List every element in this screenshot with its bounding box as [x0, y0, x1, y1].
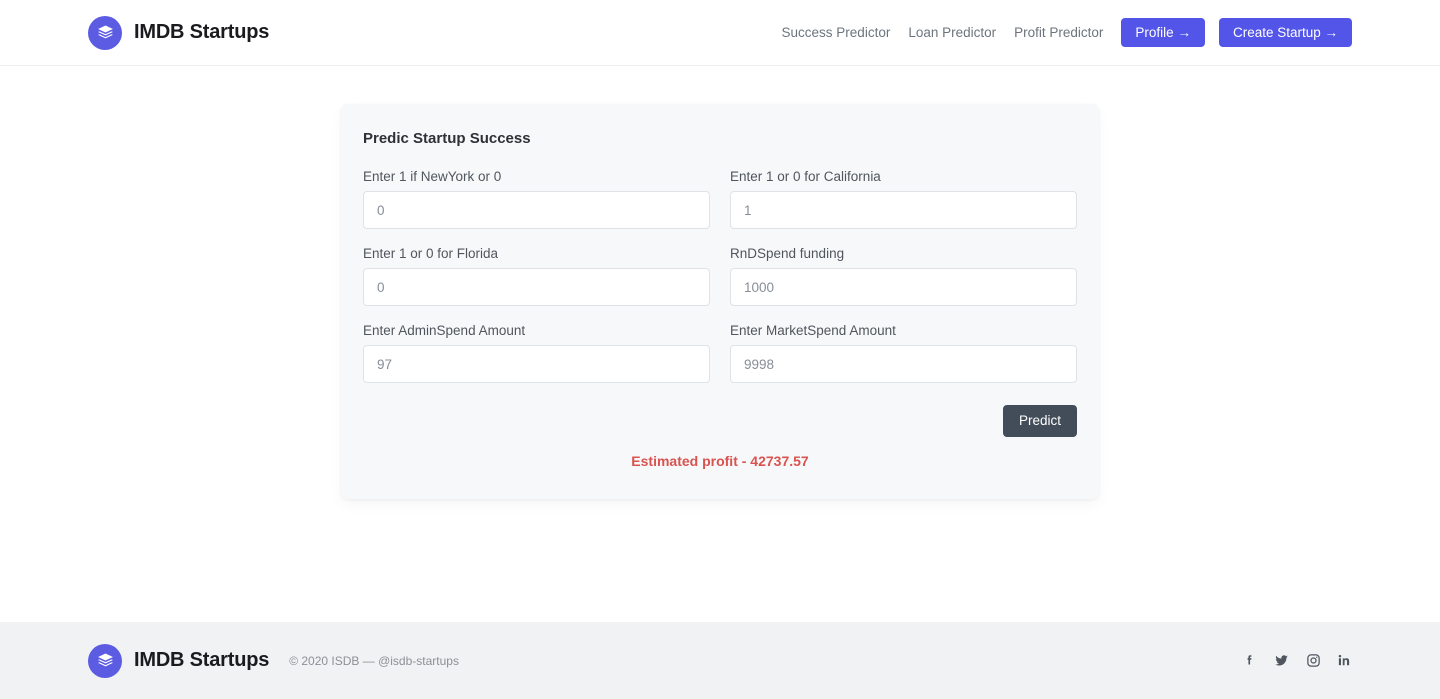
predict-startup-card: Predic Startup Success Enter 1 if NewYor… [341, 104, 1099, 499]
prediction-result: Estimated profit - 42737.57 [631, 452, 809, 469]
form-grid: Enter 1 if NewYork or 0 Enter 1 or 0 for… [363, 169, 1077, 400]
footer-copyright: © 2020 ISDB — @isdb-startups [289, 653, 459, 668]
create-startup-button[interactable]: Create Startup → [1218, 17, 1352, 48]
field-california: Enter 1 or 0 for California [730, 169, 1077, 229]
linkedin-icon[interactable] [1337, 653, 1352, 668]
layers-stack-icon [88, 643, 122, 678]
social-links [1242, 652, 1352, 669]
footer-brand-link[interactable]: IMDB Startups [88, 643, 270, 678]
field-label-market-spend: Enter MarketSpend Amount [730, 323, 896, 338]
nav-link-success-predictor[interactable]: Success Predictor [782, 25, 891, 40]
card-actions: Predict [363, 405, 1077, 437]
nav-right-group: Success Predictor Loan Predictor Profit … [782, 17, 1352, 48]
facebook-icon[interactable] [1242, 653, 1257, 668]
nav-link-loan-predictor[interactable]: Loan Predictor [908, 25, 996, 40]
field-newyork: Enter 1 if NewYork or 0 [363, 169, 710, 229]
input-rnd-spend[interactable] [730, 268, 1077, 306]
input-market-spend[interactable] [730, 345, 1077, 383]
top-navbar: IMDB Startups Success Predictor Loan Pre… [0, 0, 1440, 66]
input-florida[interactable] [363, 268, 710, 306]
profile-button[interactable]: Profile → [1121, 17, 1205, 48]
brand-name: IMDB Startups [134, 21, 270, 43]
field-label-california: Enter 1 or 0 for California [730, 169, 881, 184]
input-california[interactable] [730, 191, 1077, 229]
field-rnd-spend: RnDSpend funding [730, 246, 1077, 306]
brand-logo-link[interactable]: IMDB Startups [88, 15, 270, 50]
field-label-newyork: Enter 1 if NewYork or 0 [363, 169, 502, 184]
field-market-spend: Enter MarketSpend Amount [730, 323, 1077, 383]
card-title: Predic Startup Success [363, 130, 531, 147]
field-label-admin-spend: Enter AdminSpend Amount [363, 323, 526, 338]
layers-stack-icon [88, 15, 122, 50]
field-admin-spend: Enter AdminSpend Amount [363, 323, 710, 383]
main-content: Predic Startup Success Enter 1 if NewYor… [0, 66, 1440, 622]
predict-button[interactable]: Predict [1002, 405, 1077, 437]
nav-link-profit-predictor[interactable]: Profit Predictor [1014, 25, 1103, 40]
field-florida: Enter 1 or 0 for Florida [363, 246, 710, 306]
field-label-rnd-spend: RnDSpend funding [730, 246, 845, 261]
instagram-icon[interactable] [1306, 653, 1321, 668]
field-label-florida: Enter 1 or 0 for Florida [363, 246, 499, 261]
footer-brand-name: IMDB Startups [134, 649, 270, 671]
twitter-icon[interactable] [1273, 652, 1290, 669]
input-admin-spend[interactable] [363, 345, 710, 383]
page-footer: IMDB Startups © 2020 ISDB — @isdb-startu… [0, 622, 1440, 699]
input-newyork[interactable] [363, 191, 710, 229]
